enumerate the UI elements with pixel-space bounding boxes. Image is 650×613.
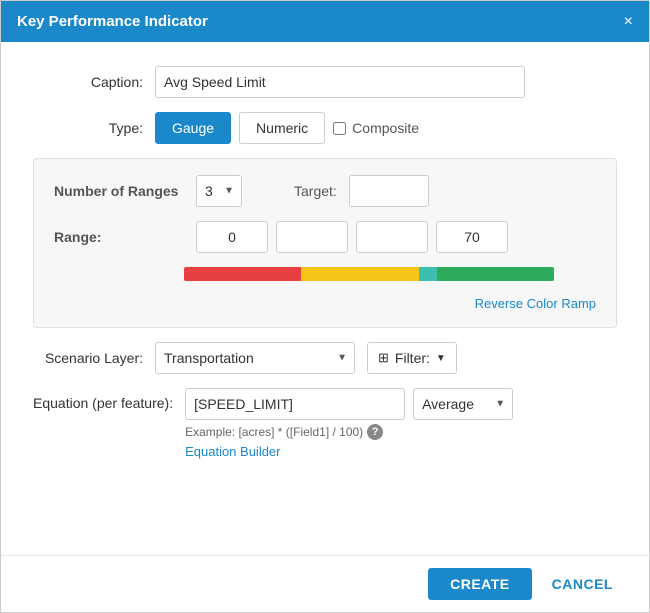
composite-text: Composite	[352, 120, 419, 136]
scenario-select-wrapper: Transportation ▼	[155, 342, 355, 374]
type-row: Type: Gauge Numeric Composite	[33, 112, 617, 144]
range-input-4[interactable]	[436, 221, 508, 253]
num-ranges-select[interactable]: 3 2 4 5	[196, 175, 242, 207]
color-segment-green	[437, 267, 554, 281]
composite-label[interactable]: Composite	[333, 120, 419, 136]
color-segment-yellow	[301, 267, 418, 281]
close-button[interactable]: ×	[624, 14, 633, 30]
color-ramp	[184, 267, 554, 281]
filter-arrow-icon: ▼	[436, 353, 446, 364]
caption-row: Caption:	[33, 66, 617, 98]
filter-label: Filter:	[395, 350, 430, 366]
numeric-button[interactable]: Numeric	[239, 112, 325, 144]
modal: Key Performance Indicator × Caption: Typ…	[0, 0, 650, 613]
cancel-button[interactable]: CANCEL	[540, 568, 625, 600]
reverse-color-container: Reverse Color Ramp	[54, 295, 596, 311]
equation-builder-link[interactable]: Equation Builder	[185, 444, 617, 459]
scenario-select[interactable]: Transportation	[155, 342, 355, 374]
type-label: Type:	[33, 120, 143, 136]
modal-footer: CREATE CANCEL	[1, 555, 649, 612]
equation-label: Equation (per feature):	[33, 388, 173, 412]
caption-input[interactable]	[155, 66, 525, 98]
modal-header: Key Performance Indicator ×	[1, 1, 649, 42]
range-input-3[interactable]	[356, 221, 428, 253]
target-label: Target:	[294, 183, 337, 199]
scenario-row: Scenario Layer: Transportation ▼ ⊞ Filte…	[33, 342, 617, 374]
num-ranges-row: Number of Ranges 3 2 4 5 ▼ Target:	[54, 175, 596, 207]
color-segment-teal	[419, 267, 437, 281]
range-input-1[interactable]	[196, 221, 268, 253]
num-ranges-label: Number of Ranges	[54, 183, 184, 199]
help-icon[interactable]: ?	[367, 424, 383, 440]
gauge-section: Number of Ranges 3 2 4 5 ▼ Target: Range…	[33, 158, 617, 328]
equation-input[interactable]	[185, 388, 405, 420]
range-inputs	[196, 221, 508, 253]
modal-title: Key Performance Indicator	[17, 13, 208, 30]
equation-top: Average Sum Min Max Count ▼	[185, 388, 617, 420]
scenario-label: Scenario Layer:	[33, 350, 143, 366]
aggregation-select[interactable]: Average Sum Min Max Count	[413, 388, 513, 420]
modal-body: Caption: Type: Gauge Numeric Composite N…	[1, 42, 649, 555]
type-group: Gauge Numeric Composite	[155, 112, 419, 144]
equation-right: Average Sum Min Max Count ▼ Example: [ac…	[185, 388, 617, 459]
composite-checkbox[interactable]	[333, 122, 346, 135]
equation-hint-text: Example: [acres] * ([Field1] / 100)	[185, 425, 363, 439]
equation-row: Equation (per feature): Average Sum Min …	[33, 388, 617, 459]
aggregation-select-wrapper: Average Sum Min Max Count ▼	[413, 388, 513, 420]
equation-hint: Example: [acres] * ([Field1] / 100) ?	[185, 424, 617, 440]
gauge-button[interactable]: Gauge	[155, 112, 231, 144]
target-input[interactable]	[349, 175, 429, 207]
reverse-color-link[interactable]: Reverse Color Ramp	[475, 296, 596, 311]
range-row: Range:	[54, 221, 596, 253]
color-segment-red	[184, 267, 301, 281]
caption-label: Caption:	[33, 74, 143, 90]
filter-button[interactable]: ⊞ Filter: ▼	[367, 342, 457, 374]
range-input-2[interactable]	[276, 221, 348, 253]
range-label: Range:	[54, 229, 184, 245]
filter-layers-icon: ⊞	[378, 350, 389, 366]
create-button[interactable]: CREATE	[428, 568, 532, 600]
num-ranges-select-wrapper: 3 2 4 5 ▼	[196, 175, 242, 207]
